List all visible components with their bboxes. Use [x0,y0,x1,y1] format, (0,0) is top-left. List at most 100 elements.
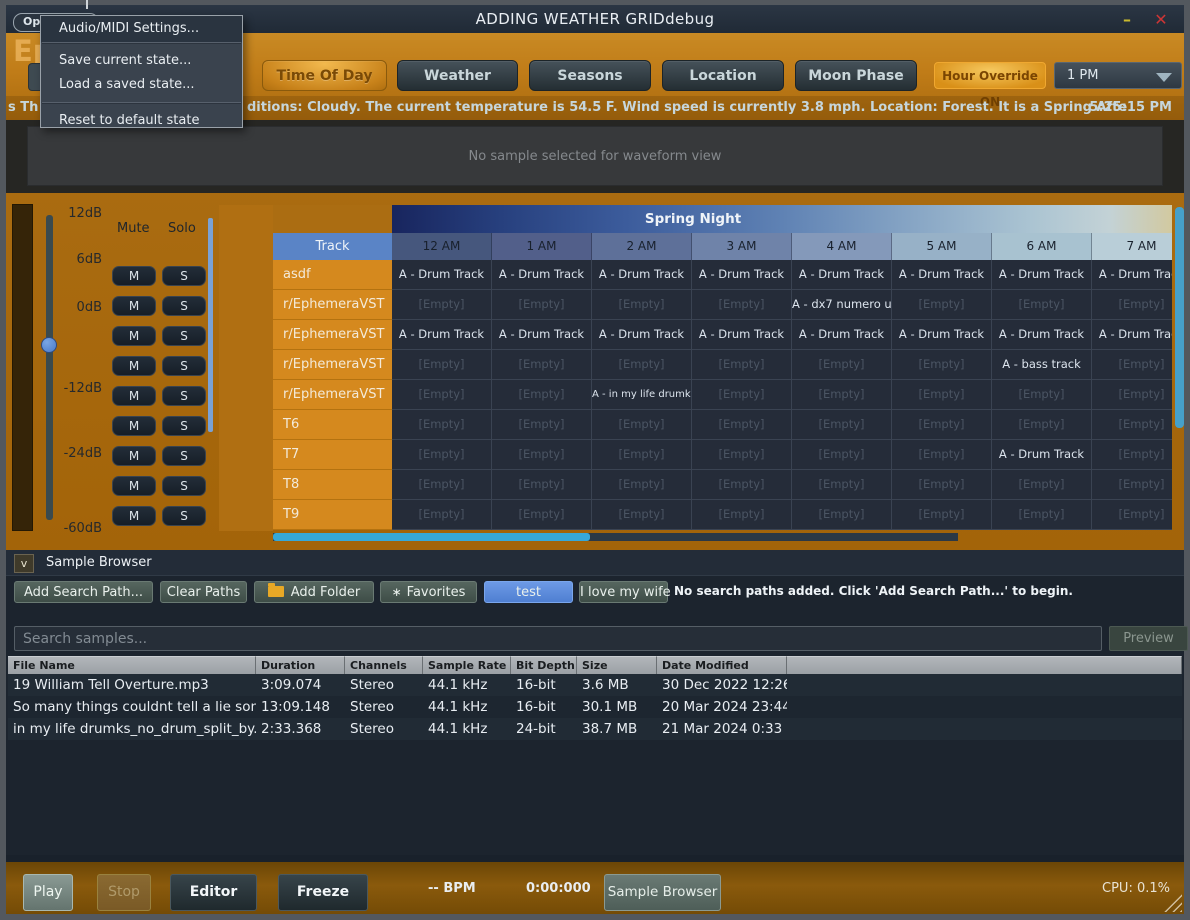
file-column-header[interactable]: Sample Rate [423,656,511,674]
track-name-cell[interactable]: T9 [273,500,392,530]
grid-cell[interactable]: [Empty] [592,290,692,320]
clear-paths-button[interactable]: Clear Paths [160,581,247,603]
grid-cell[interactable]: A - Drum Track [692,260,792,290]
grid-cell[interactable]: [Empty] [992,380,1092,410]
solo-button[interactable]: S [162,326,206,346]
track-name-cell[interactable]: T6 [273,410,392,440]
stop-button[interactable]: Stop [97,874,151,911]
menu-item-audio-midi-settings[interactable]: Audio/MIDI Settings... [41,16,242,42]
grid-cell[interactable]: [Empty] [592,410,692,440]
mute-button[interactable]: M [112,446,156,466]
file-column-header[interactable]: Date Modified [657,656,787,674]
add-folder-button[interactable]: Add Folder [254,581,374,603]
solo-button[interactable]: S [162,296,206,316]
grid-cell[interactable]: [Empty] [992,290,1092,320]
grid-cell[interactable]: [Empty] [692,290,792,320]
grid-cell[interactable]: [Empty] [892,470,992,500]
hour-header-cell[interactable]: 12 AM [392,233,492,260]
solo-button[interactable]: S [162,416,206,436]
track-name-cell[interactable]: T7 [273,440,392,470]
file-column-header[interactable]: Channels [345,656,423,674]
file-row[interactable]: in my life drumks_no_drum_split_by...2:3… [8,718,1182,740]
grid-cell[interactable]: [Empty] [1092,380,1172,410]
hour-header-cell[interactable]: 5 AM [892,233,992,260]
resize-grip[interactable] [1164,894,1182,912]
grid-cell[interactable]: [Empty] [392,410,492,440]
mute-button[interactable]: M [112,356,156,376]
grid-cell[interactable]: A - Drum Track [592,320,692,350]
search-input[interactable] [14,626,1102,651]
i-love-my-wife-path-button[interactable]: I love my wife [579,581,668,603]
track-name-cell[interactable]: r/EphemeraVST [273,290,392,320]
track-name-cell[interactable]: r/EphemeraVST [273,350,392,380]
mute-button[interactable]: M [112,296,156,316]
grid-cell[interactable]: [Empty] [892,440,992,470]
grid-cell[interactable]: [Empty] [592,440,692,470]
grid-cell[interactable]: [Empty] [392,350,492,380]
grid-cell[interactable]: [Empty] [492,500,592,530]
grid-cell[interactable]: A - Drum Track [892,260,992,290]
hour-override-toggle[interactable]: Hour Override ON [934,62,1046,89]
grid-cell[interactable]: [Empty] [892,350,992,380]
grid-cell[interactable]: [Empty] [692,350,792,380]
grid-cell[interactable]: A - in my life drumks_... [592,380,692,410]
grid-cell[interactable]: [Empty] [792,410,892,440]
grid-horizontal-scrollbar-track[interactable] [273,533,958,541]
grid-cell[interactable]: A - Drum Track [892,320,992,350]
grid-cell[interactable]: A - Drum Track [392,260,492,290]
grid-cell[interactable]: A - Drum Track [792,260,892,290]
grid-cell[interactable]: A - dx7 numero uno [792,290,892,320]
grid-cell[interactable]: [Empty] [392,290,492,320]
solo-button[interactable]: S [162,386,206,406]
grid-cell[interactable]: [Empty] [692,380,792,410]
solo-button[interactable]: S [162,266,206,286]
favorites-button[interactable]: ∗Favorites [380,581,477,603]
editor-mode-button[interactable]: Editor Mode [170,874,257,911]
grid-cell[interactable]: [Empty] [592,350,692,380]
tab-time-of-day[interactable]: Time Of Day [262,60,387,91]
track-name-cell[interactable]: r/EphemeraVST [273,380,392,410]
grid-cell[interactable]: [Empty] [1092,500,1172,530]
grid-cell[interactable]: [Empty] [892,410,992,440]
file-column-header[interactable]: Duration [256,656,345,674]
grid-cell[interactable]: [Empty] [892,500,992,530]
grid-cell[interactable]: [Empty] [792,350,892,380]
grid-cell[interactable]: [Empty] [792,440,892,470]
tab-location[interactable]: Location [662,60,784,91]
solo-button[interactable]: S [162,356,206,376]
grid-cell[interactable]: [Empty] [592,470,692,500]
grid-cell[interactable]: A - Drum Track [692,320,792,350]
file-column-header[interactable]: Bit Depth [511,656,577,674]
grid-cell[interactable]: A - Drum Track [992,440,1092,470]
track-name-cell[interactable]: T8 [273,470,392,500]
grid-cell[interactable]: [Empty] [392,380,492,410]
grid-cell[interactable]: [Empty] [992,470,1092,500]
mute-button[interactable]: M [112,326,156,346]
grid-cell[interactable]: A - Drum Track [492,260,592,290]
file-column-header[interactable]: Size [577,656,657,674]
tab-seasons[interactable]: Seasons [529,60,651,91]
add-search-path-button[interactable]: Add Search Path... [14,581,153,603]
mixer-scrollbar[interactable] [208,218,213,432]
grid-cell[interactable]: A - bass track [992,350,1092,380]
hour-header-cell[interactable]: 1 AM [492,233,592,260]
file-column-header[interactable]: File Name [8,656,256,674]
mute-button[interactable]: M [112,476,156,496]
mute-button[interactable]: M [112,266,156,286]
solo-button[interactable]: S [162,506,206,526]
grid-cell[interactable]: A - Drum Track [392,320,492,350]
grid-cell[interactable]: [Empty] [392,500,492,530]
grid-cell[interactable]: [Empty] [392,470,492,500]
track-name-cell[interactable]: asdf [273,260,392,290]
grid-cell[interactable]: [Empty] [1092,440,1172,470]
sample-browser-toggle-button[interactable]: Sample Browser [604,874,721,911]
hour-header-cell[interactable]: 6 AM [992,233,1092,260]
grid-cell[interactable]: [Empty] [592,500,692,530]
track-name-cell[interactable]: r/EphemeraVST [273,320,392,350]
collapse-panel-button[interactable]: v [14,554,34,573]
grid-cell[interactable]: [Empty] [692,470,792,500]
grid-cell[interactable]: [Empty] [692,500,792,530]
grid-cell[interactable]: [Empty] [792,380,892,410]
grid-cell[interactable]: [Empty] [792,500,892,530]
solo-button[interactable]: S [162,476,206,496]
